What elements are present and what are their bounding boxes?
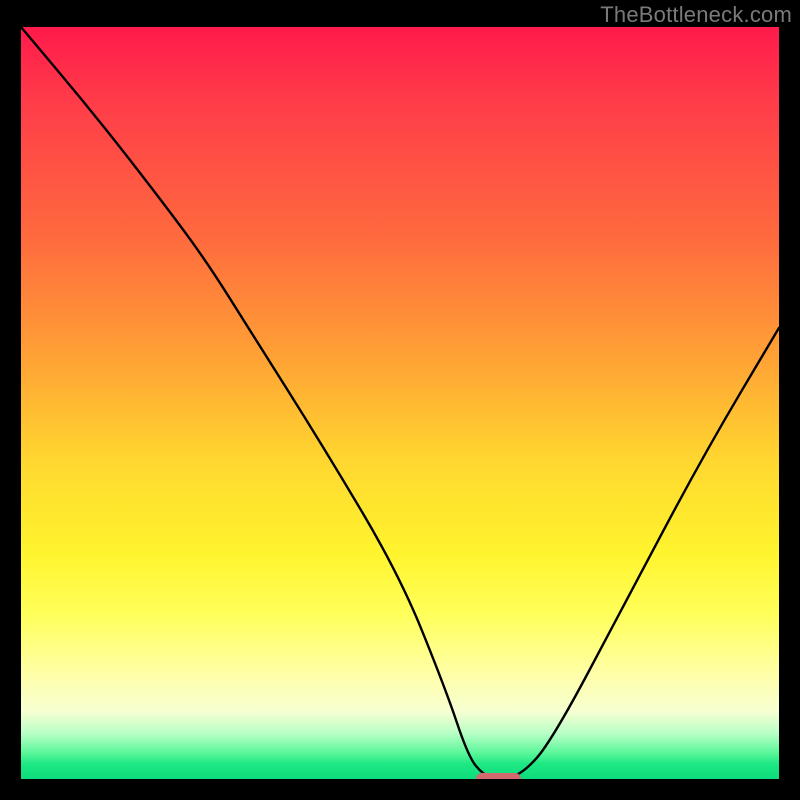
watermark-text: TheBottleneck.com	[600, 2, 792, 28]
chart-frame: TheBottleneck.com	[0, 0, 800, 800]
curve-layer	[21, 27, 779, 779]
plot-area	[21, 27, 779, 779]
bottleneck-curve	[21, 27, 779, 778]
optimal-marker	[476, 773, 521, 779]
